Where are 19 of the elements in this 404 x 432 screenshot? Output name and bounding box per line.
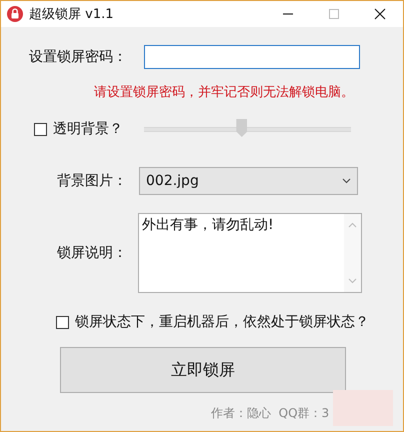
field-label: 锁屏说明： [56,244,127,262]
scroll-bar[interactable] [344,214,361,292]
note-field[interactable]: 外出有事，请勿乱动! [138,213,362,293]
field-label: 背景图片： [56,172,127,190]
slider-thumb[interactable] [236,119,248,137]
image-dropdown[interactable]: 002.jpg [139,167,358,195]
lock-button[interactable]: 立即锁屏 [60,347,346,393]
warning-text: 请设置锁屏密码，并牢记否则无法解锁电脑。 [94,84,355,101]
checkbox-label: 锁屏状态下，重启机器后，依然处于锁屏状态？ [75,313,369,331]
checkbox[interactable] [34,122,47,136]
footer-text: 作者：隐心 QQ群：3 [211,405,330,422]
checkbox-label: 透明背景？ [53,120,123,138]
chevron-down-icon [342,178,351,184]
cover-patch [333,390,393,426]
field-label: 设置锁屏密码： [28,48,127,66]
lock-icon [7,6,23,22]
window-title: 超级锁屏 v1.1 [29,6,114,23]
checkbox[interactable] [56,316,69,328]
password-field[interactable] [144,45,360,69]
